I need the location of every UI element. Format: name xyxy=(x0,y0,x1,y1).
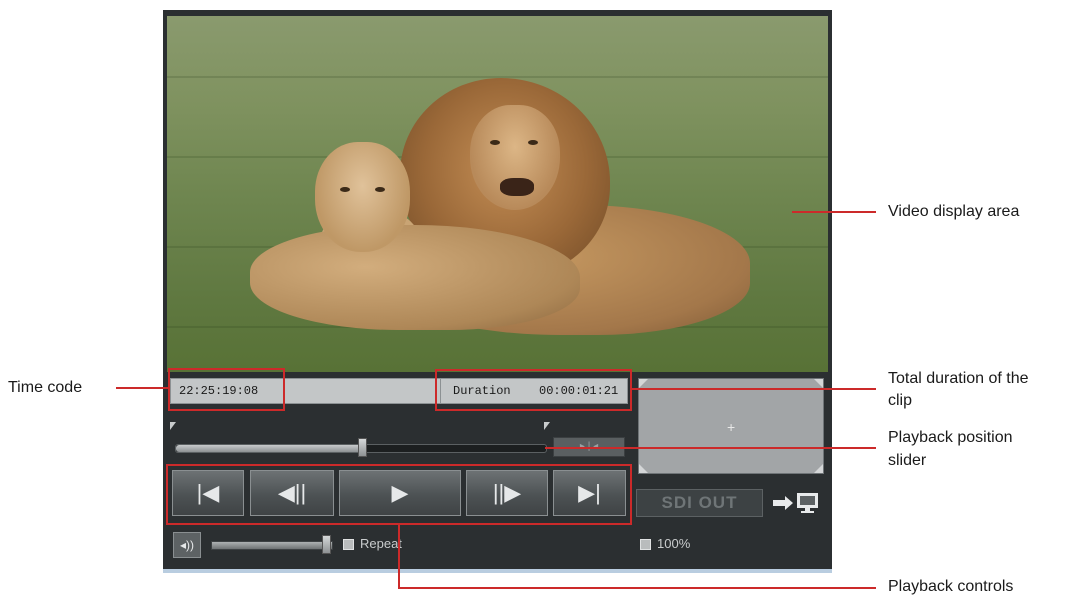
in-point-marker[interactable] xyxy=(170,422,176,430)
duration-annotation-line1: Total duration of the xyxy=(888,370,1029,387)
repeat-label: Repeat xyxy=(360,536,402,551)
lioness-head xyxy=(315,142,410,252)
timecode-leader-line xyxy=(116,387,168,389)
lioness-body xyxy=(250,225,580,330)
controls-leader-horizontal xyxy=(398,587,876,589)
controls-leader-vertical xyxy=(398,525,400,588)
plus-icon: + xyxy=(727,419,736,435)
out-point-marker[interactable] xyxy=(544,422,550,430)
video-leader-line xyxy=(792,211,876,213)
timecode-highlight-box xyxy=(168,368,285,411)
preview-thumbnail-area[interactable]: + xyxy=(638,378,824,474)
slider-annotation-line1: Playback position xyxy=(888,429,1013,446)
lion-mouth xyxy=(500,178,534,196)
volume-slider[interactable] xyxy=(211,541,333,550)
sdi-out-button[interactable]: SDI OUT xyxy=(636,489,763,517)
slider-thumb[interactable] xyxy=(358,438,367,457)
duration-highlight-box xyxy=(435,369,632,411)
volume-thumb[interactable] xyxy=(322,535,331,554)
repeat-checkbox[interactable] xyxy=(343,539,354,550)
slider-annotation-line2: slider xyxy=(888,452,927,469)
duration-annotation-line2: clip xyxy=(888,392,913,409)
time-code-annotation: Time code xyxy=(8,379,83,396)
speaker-icon[interactable]: ◂)) xyxy=(173,532,201,558)
video-display-annotation: Video display area xyxy=(888,203,1020,220)
arrow-to-monitor-icon[interactable] xyxy=(771,490,823,516)
zoom-checkbox[interactable] xyxy=(640,539,651,550)
slider-fill xyxy=(176,445,365,452)
slider-leader-line xyxy=(545,447,876,449)
duration-leader-line xyxy=(632,388,876,390)
zoom-label: 100% xyxy=(657,536,691,551)
controls-highlight-box xyxy=(166,464,632,525)
playback-controls-annotation: Playback controls xyxy=(888,578,1014,595)
